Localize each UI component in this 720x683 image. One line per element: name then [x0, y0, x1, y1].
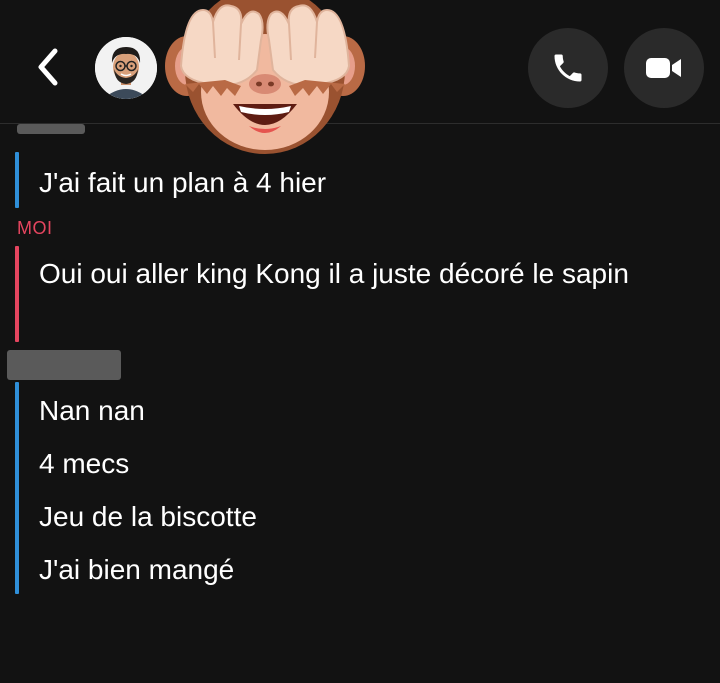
bitmoji-avatar-icon [95, 37, 157, 99]
call-button[interactable] [528, 28, 608, 108]
chevron-left-icon [38, 48, 58, 86]
redacted-sender-name [17, 124, 85, 134]
message-text: 4 mecs [39, 448, 130, 479]
redacted-sender-name [7, 350, 121, 380]
my-message-bar [15, 246, 19, 342]
avatar[interactable] [95, 37, 157, 99]
video-camera-icon [646, 58, 681, 78]
message-text: J'ai fait un plan à 4 hier [39, 167, 327, 198]
message-text: J'ai bien mangé [39, 554, 235, 585]
see-no-evil-monkey-icon [165, 0, 365, 156]
sender-label-me: MOI [17, 218, 53, 238]
video-call-button[interactable] [624, 28, 704, 108]
friend-message-bar [15, 382, 19, 594]
friend-message-bar [15, 152, 19, 208]
back-button[interactable] [28, 44, 68, 90]
message-text: Nan nan [39, 395, 145, 426]
message-text: Jeu de la biscotte [39, 501, 257, 532]
phone-icon [554, 54, 582, 82]
message-text: Oui oui aller king Kong il a juste décor… [39, 258, 629, 289]
